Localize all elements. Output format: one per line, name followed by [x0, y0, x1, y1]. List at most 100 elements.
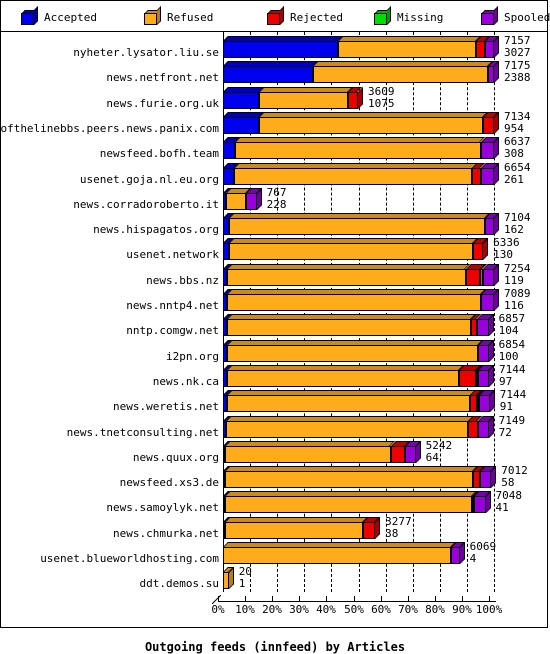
bar-row: 6637 308 — [223, 136, 531, 160]
bar-row: 7104 162 — [223, 212, 531, 236]
y-axis-label: usenet.goja.nl.eu.org — [79, 173, 219, 186]
bar-segment-refused — [337, 41, 476, 58]
bar-segment-rejected — [472, 168, 481, 185]
bar-segment-spooled — [473, 496, 486, 513]
legend-item-accepted: Accepted — [21, 5, 97, 27]
legend-label: Refused — [167, 10, 214, 24]
bar-segment-accepted — [223, 142, 236, 159]
bar-value-total: 7104 — [504, 211, 531, 224]
x-axis-line — [218, 601, 496, 602]
cube-icon — [374, 5, 391, 25]
bar-segment-rejected — [482, 117, 494, 134]
legend-item-spooled: Spooled — [481, 5, 550, 27]
bar-value-secondary: 162 — [504, 223, 524, 236]
bar-segment-rejected — [363, 522, 376, 539]
bar-row: 7144 91 — [223, 389, 526, 413]
bar-value-total: 3609 — [367, 85, 395, 98]
bar-cap-side — [459, 542, 465, 564]
x-axis-tick — [381, 596, 382, 602]
bar-cap-side — [488, 365, 494, 387]
bar-segment-spooled — [480, 471, 492, 488]
bar-value-secondary: 308 — [504, 147, 524, 160]
bar-value-secondary: 116 — [504, 299, 524, 312]
bar-row: 7175 2388 — [223, 60, 531, 84]
y-axis-label: news.tnetconsulting.net — [66, 426, 219, 439]
bar-value-secondary: 261 — [504, 173, 524, 186]
bar-value-total: 7089 — [504, 287, 531, 300]
bar-segment-spooled — [485, 41, 494, 58]
chart-plot-area: nyheter.lysator.liu.se news.netfront.net n… — [0, 32, 549, 654]
bar-segment-spooled — [480, 142, 494, 159]
bar-cap-side — [494, 36, 499, 58]
y-axis-label: news.chmurka.net — [113, 527, 219, 540]
legend-item-missing: Missing — [374, 5, 443, 27]
bar-cap-side — [485, 491, 491, 513]
bar-value-total: 7149 — [498, 414, 526, 427]
bar-value-total: 7012 — [501, 464, 528, 477]
x-axis-tick — [462, 596, 463, 602]
bar-row: 3277 38 — [223, 516, 495, 540]
bar-row: 7048 41 — [223, 490, 522, 514]
bar-row: 6857 104 — [223, 313, 525, 337]
bar-row: 3609 1075 — [223, 85, 495, 110]
bar-cap-side — [415, 441, 421, 463]
bar-value-secondary: 130 — [493, 248, 514, 261]
bar-cap-side — [494, 163, 499, 185]
y-axis-label: news.nk.ca — [152, 375, 219, 388]
cube-icon — [144, 5, 161, 25]
y-axis-label: news.bbs.nz — [146, 274, 219, 287]
bar-value-total: 7134 — [504, 110, 531, 123]
y-axis-label: newsfeed.xs3.de — [119, 476, 219, 489]
bar-cap-side — [488, 314, 494, 336]
bar-value-secondary: 4 — [469, 552, 477, 565]
legend-item-refused: Refused — [144, 5, 214, 27]
bar-segment-refused — [225, 522, 364, 539]
y-axis-label: nyheter.lysator.liu.se — [73, 46, 219, 59]
y-axis-label: endofthelinebbs.peers.news.panix.com — [0, 122, 219, 135]
y-axis-label: news.hispagatos.org — [93, 223, 219, 236]
bar-cap-side — [494, 61, 499, 83]
bar-segment-refused — [259, 92, 349, 109]
bar-value-secondary: 64 — [425, 451, 439, 464]
x-axis-tick — [435, 596, 436, 602]
y-axis-label: usenet.blueworldhosting.com — [40, 552, 219, 565]
y-axis-label: news.samoylyk.net — [106, 501, 219, 514]
bar-cap-side — [494, 264, 499, 286]
bar-cap-side — [494, 112, 499, 134]
bar-segment-accepted — [223, 92, 260, 109]
bar-value-secondary: 1 — [238, 577, 246, 590]
x-axis-tick — [272, 596, 273, 602]
chart-title: Outgoing feeds (innfeed) by Articles — [144, 640, 406, 654]
bar-cap-side — [375, 517, 381, 539]
bar-segment-refused — [227, 319, 472, 336]
bar-value-secondary: 38 — [385, 527, 399, 540]
bar-segment-rejected — [473, 471, 481, 488]
plot-grid: 7157 3027 7175 2388 3609 1075 7134 954 6637 308 66… — [223, 32, 531, 592]
bar-value-secondary: 41 — [495, 501, 509, 514]
bar-segment-refused — [225, 496, 472, 513]
bar-segment-accepted — [223, 41, 338, 58]
bar-value-secondary: 104 — [498, 324, 519, 337]
bar-row: 6854 100 — [223, 339, 525, 363]
bar-row: 7254 119 — [223, 263, 531, 287]
bar-segment-accepted — [223, 66, 314, 83]
x-axis-tick — [299, 596, 300, 602]
bar-segment-refused — [225, 446, 391, 463]
bar-segment-refused — [227, 294, 482, 311]
bar-value-total: 6069 — [469, 540, 497, 553]
legend-label: Accepted — [44, 10, 97, 24]
bar-segment-refused — [226, 395, 471, 412]
bar-value-total: 7048 — [495, 489, 523, 502]
bar-segment-refused — [229, 218, 486, 235]
bar-cap-side — [228, 567, 234, 589]
bar-segment-refused — [226, 370, 459, 387]
bar-segment-refused — [235, 142, 481, 159]
cube-icon — [267, 5, 284, 25]
y-axis-label: news.corradoroberto.it — [73, 198, 219, 211]
bar-row: 7089 116 — [223, 288, 531, 312]
bar-segment-refused — [225, 193, 246, 210]
bar-row: 7012 58 — [223, 465, 528, 489]
bar-segment-spooled — [245, 193, 257, 210]
y-axis-label: usenet.network — [126, 248, 219, 261]
bar-segment-spooled — [481, 294, 494, 311]
